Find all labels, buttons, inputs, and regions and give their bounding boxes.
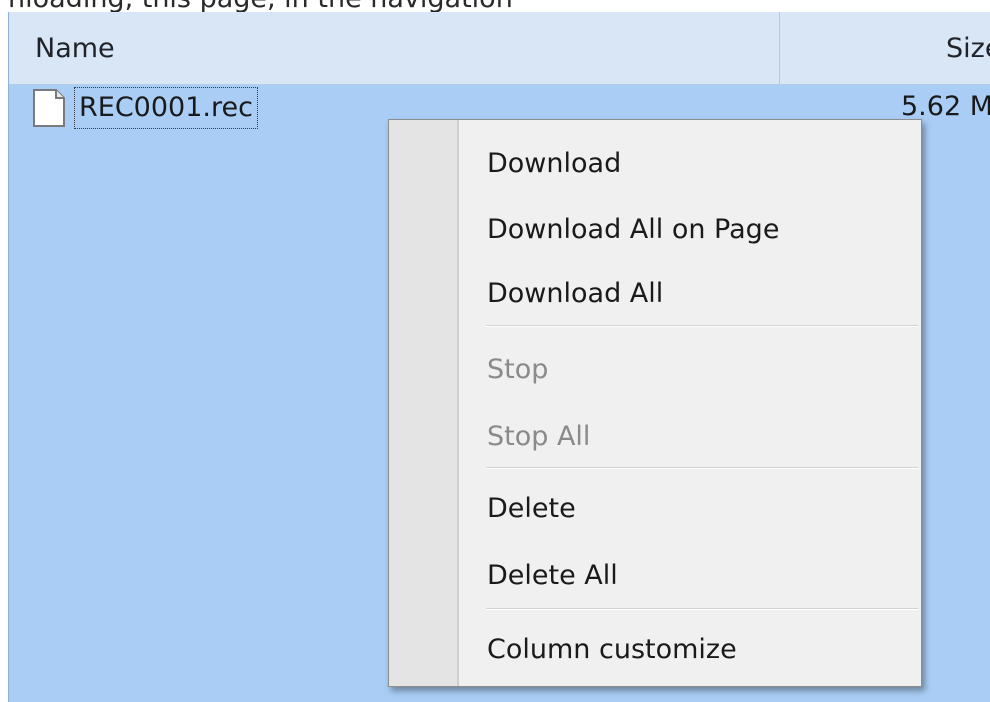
menu-item-download-all[interactable]: Download All [487, 278, 663, 309]
column-header-size[interactable]: Size [780, 12, 990, 84]
menu-item-stop: Stop [487, 354, 549, 385]
menu-item-delete[interactable]: Delete [487, 493, 576, 524]
menu-item-download[interactable]: Download [487, 148, 621, 179]
column-header-name-label: Name [35, 33, 115, 64]
column-header: Name Size [9, 12, 990, 85]
menu-separator [486, 325, 918, 327]
menu-separator [486, 467, 918, 469]
menu-item-download-all-on-page[interactable]: Download All on Page [487, 214, 779, 245]
menu-item-delete-all[interactable]: Delete All [487, 560, 618, 591]
column-header-size-label: Size [946, 33, 990, 64]
menu-item-column-customize[interactable]: Column customize [487, 634, 737, 665]
context-menu-gutter [389, 120, 459, 686]
menu-separator [486, 608, 918, 610]
file-name[interactable]: REC0001.rec [74, 87, 258, 129]
menu-item-stop-all: Stop All [487, 421, 591, 452]
top-strip: nloading, this page, in the navigation [0, 0, 990, 12]
column-header-name[interactable]: Name [9, 12, 780, 84]
context-menu: Download Download All on Page Download A… [388, 119, 922, 687]
file-icon [32, 88, 66, 128]
top-strip-text: nloading, this page, in the navigation [8, 0, 513, 12]
